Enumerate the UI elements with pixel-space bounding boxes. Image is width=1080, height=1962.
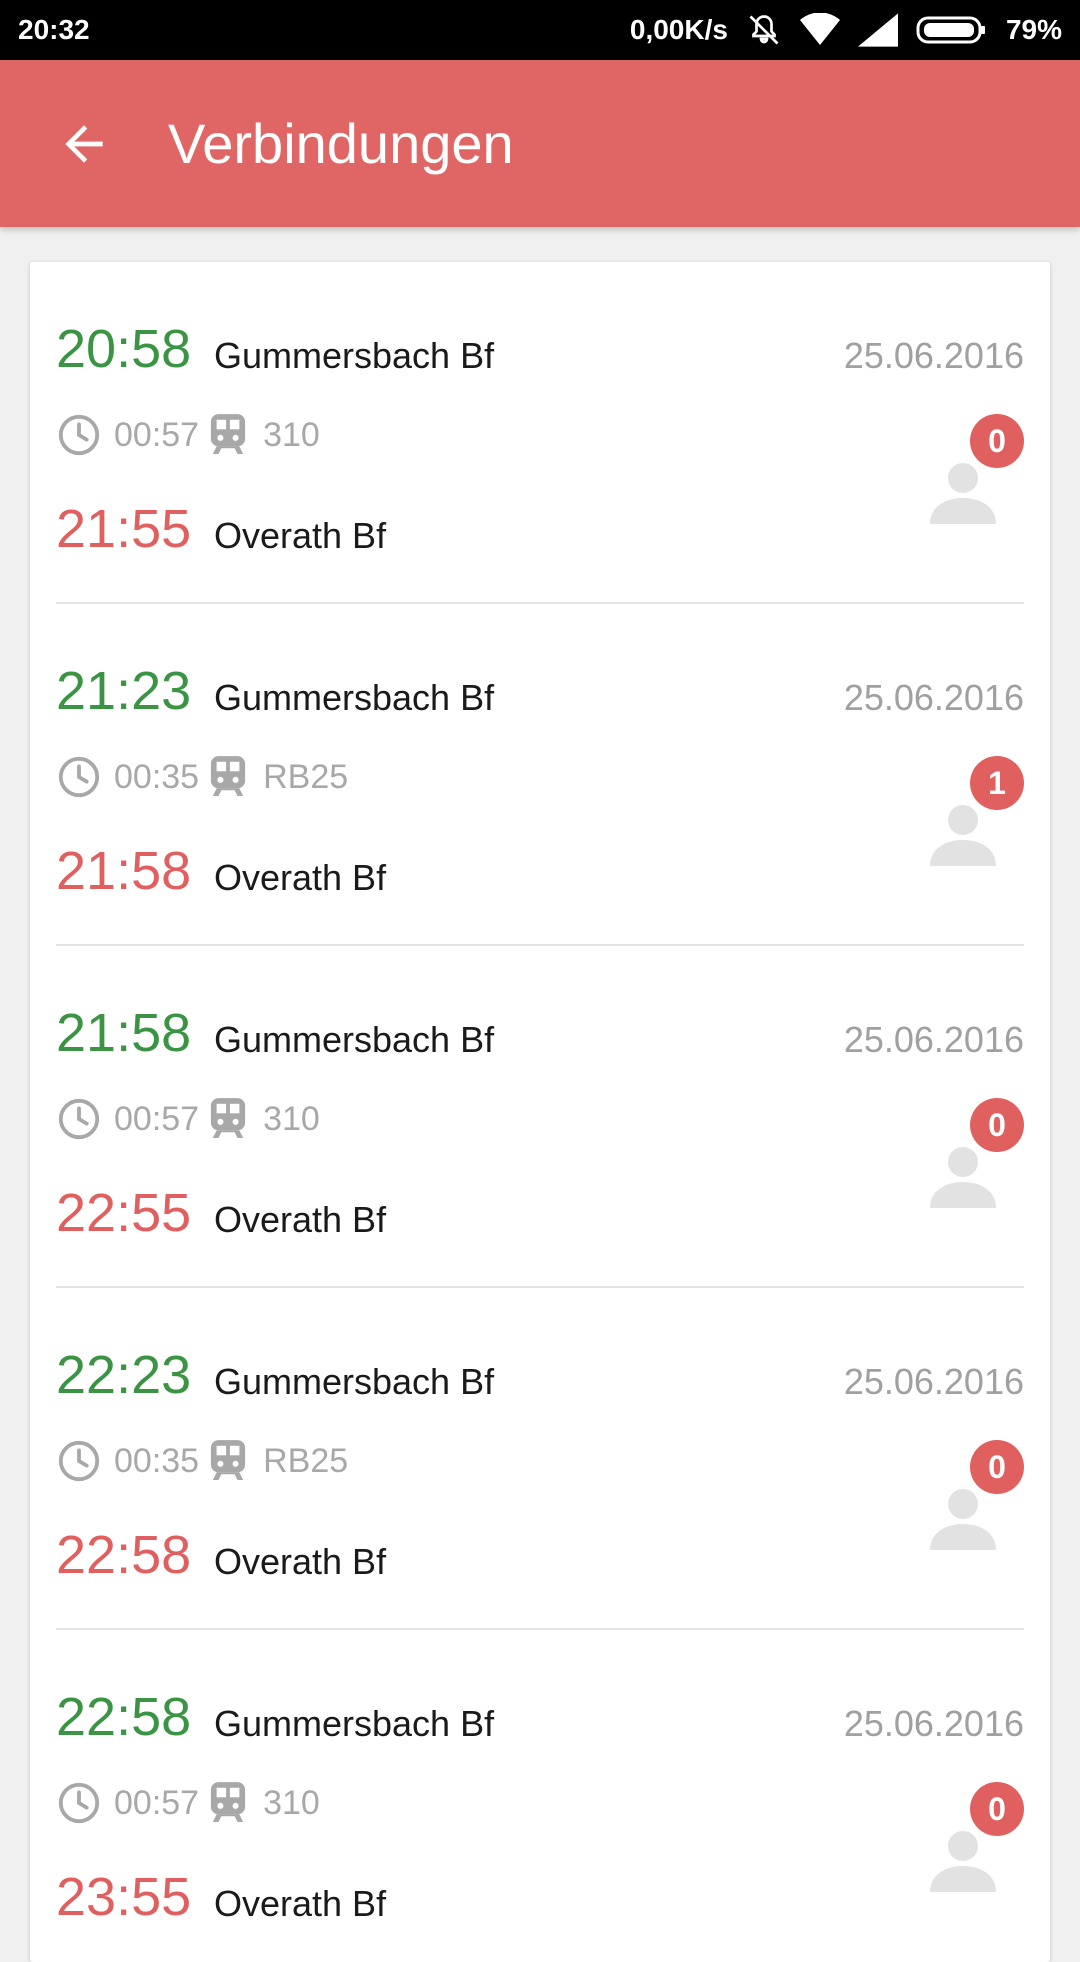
connection-date: 25.06.2016 (843, 1019, 1024, 1060)
arrival-time: 23:55 (56, 1867, 192, 1927)
arrival-station: Overath Bf (214, 1541, 387, 1582)
mute-vibrate-icon (749, 15, 779, 45)
connection-date: 25.06.2016 (843, 1361, 1024, 1402)
clock-icon (58, 414, 100, 456)
trip-meta: 00:35 RB25 (56, 752, 348, 802)
arrival-station: Overath Bf (214, 1199, 387, 1240)
count-badge: 1 (970, 756, 1024, 810)
departure-station: Gummersbach Bf (214, 335, 495, 376)
trip-meta: 00:35 RB25 (56, 1436, 348, 1486)
battery-percent: 79% (1005, 14, 1062, 45)
trip-duration: 00:57 (114, 415, 200, 454)
train-icon (210, 414, 246, 454)
departure-time: 22:58 (56, 1687, 192, 1747)
page-title: Verbindungen (168, 112, 514, 175)
arrival-time: 21:58 (56, 841, 192, 901)
back-button[interactable] (34, 94, 134, 194)
connection-item[interactable]: 22:23 Gummersbach Bf 25.06.2016 00:35 RB… (56, 1288, 1024, 1630)
train-icon (210, 756, 246, 796)
trip-duration: 00:57 (114, 1099, 200, 1138)
network-speed: 0,00K/s (629, 14, 728, 45)
connection-item[interactable]: 20:58 Gummersbach Bf 25.06.2016 00:57 31… (56, 262, 1024, 604)
trip-meta: 00:57 310 (56, 1778, 320, 1828)
arrival-time: 21:55 (56, 499, 192, 559)
connection-item[interactable]: 21:58 Gummersbach Bf 25.06.2016 00:57 31… (56, 946, 1024, 1288)
departure-station: Gummersbach Bf (214, 1019, 495, 1060)
status-bar: 20:32 0,00K/s 79% (0, 0, 1080, 60)
count-badge: 0 (970, 1440, 1024, 1494)
departure-time: 22:23 (56, 1345, 192, 1405)
departure-station: Gummersbach Bf (214, 1361, 495, 1402)
departure-station: Gummersbach Bf (214, 1703, 495, 1744)
arrow-back-icon (65, 124, 103, 163)
app-bar: Verbindungen (0, 60, 1080, 227)
battery-icon (916, 16, 985, 44)
train-icon (210, 1440, 246, 1480)
signal-icon (857, 13, 898, 47)
trip-duration: 00:35 (114, 1441, 200, 1480)
line-number: 310 (263, 1783, 320, 1822)
connection-date: 25.06.2016 (843, 335, 1024, 376)
count-badge: 0 (970, 1098, 1024, 1152)
passenger-indicator: 0 (928, 1098, 1024, 1208)
clock-icon (58, 756, 100, 798)
departure-time: 21:58 (56, 1003, 192, 1063)
departure-station: Gummersbach Bf (214, 677, 495, 718)
line-number: 310 (263, 415, 320, 454)
connection-item[interactable]: 22:58 Gummersbach Bf 25.06.2016 00:57 31… (56, 1630, 1024, 1962)
status-icons: 0,00K/s 79% (630, 12, 1062, 48)
status-time: 20:32 (18, 14, 90, 45)
clock-icon (58, 1098, 100, 1140)
trip-duration: 00:35 (114, 757, 200, 796)
wifi-icon (799, 13, 840, 45)
connection-date: 25.06.2016 (843, 677, 1024, 718)
arrival-station: Overath Bf (214, 515, 387, 556)
departure-time: 21:23 (56, 661, 192, 721)
clock-icon (58, 1782, 100, 1824)
passenger-indicator: 0 (928, 1782, 1024, 1892)
person-icon (930, 1489, 996, 1550)
passenger-indicator: 0 (928, 1440, 1024, 1550)
person-icon (930, 1831, 996, 1892)
clock-icon (58, 1440, 100, 1482)
line-number: RB25 (263, 757, 349, 796)
person-icon (930, 463, 996, 524)
line-number: 310 (263, 1099, 320, 1138)
arrival-time: 22:55 (56, 1183, 192, 1243)
trip-meta: 00:57 310 (56, 410, 320, 460)
count-badge: 0 (970, 414, 1024, 468)
arrival-station: Overath Bf (214, 1883, 387, 1924)
count-badge: 0 (970, 1782, 1024, 1836)
trip-meta: 00:57 310 (56, 1094, 320, 1144)
trip-duration: 00:57 (114, 1783, 200, 1822)
line-number: RB25 (263, 1441, 349, 1480)
person-icon (930, 805, 996, 866)
departure-time: 20:58 (56, 319, 192, 379)
train-icon (210, 1098, 246, 1138)
connection-item[interactable]: 21:23 Gummersbach Bf 25.06.2016 00:35 RB… (56, 604, 1024, 946)
arrival-station: Overath Bf (214, 857, 387, 898)
connection-date: 25.06.2016 (843, 1703, 1024, 1744)
arrival-time: 22:58 (56, 1525, 192, 1585)
train-icon (210, 1782, 246, 1822)
person-icon (930, 1147, 996, 1208)
passenger-indicator: 0 (928, 414, 1024, 524)
connections-list: 20:58 Gummersbach Bf 25.06.2016 00:57 31… (30, 262, 1050, 1962)
passenger-indicator: 1 (928, 756, 1024, 866)
